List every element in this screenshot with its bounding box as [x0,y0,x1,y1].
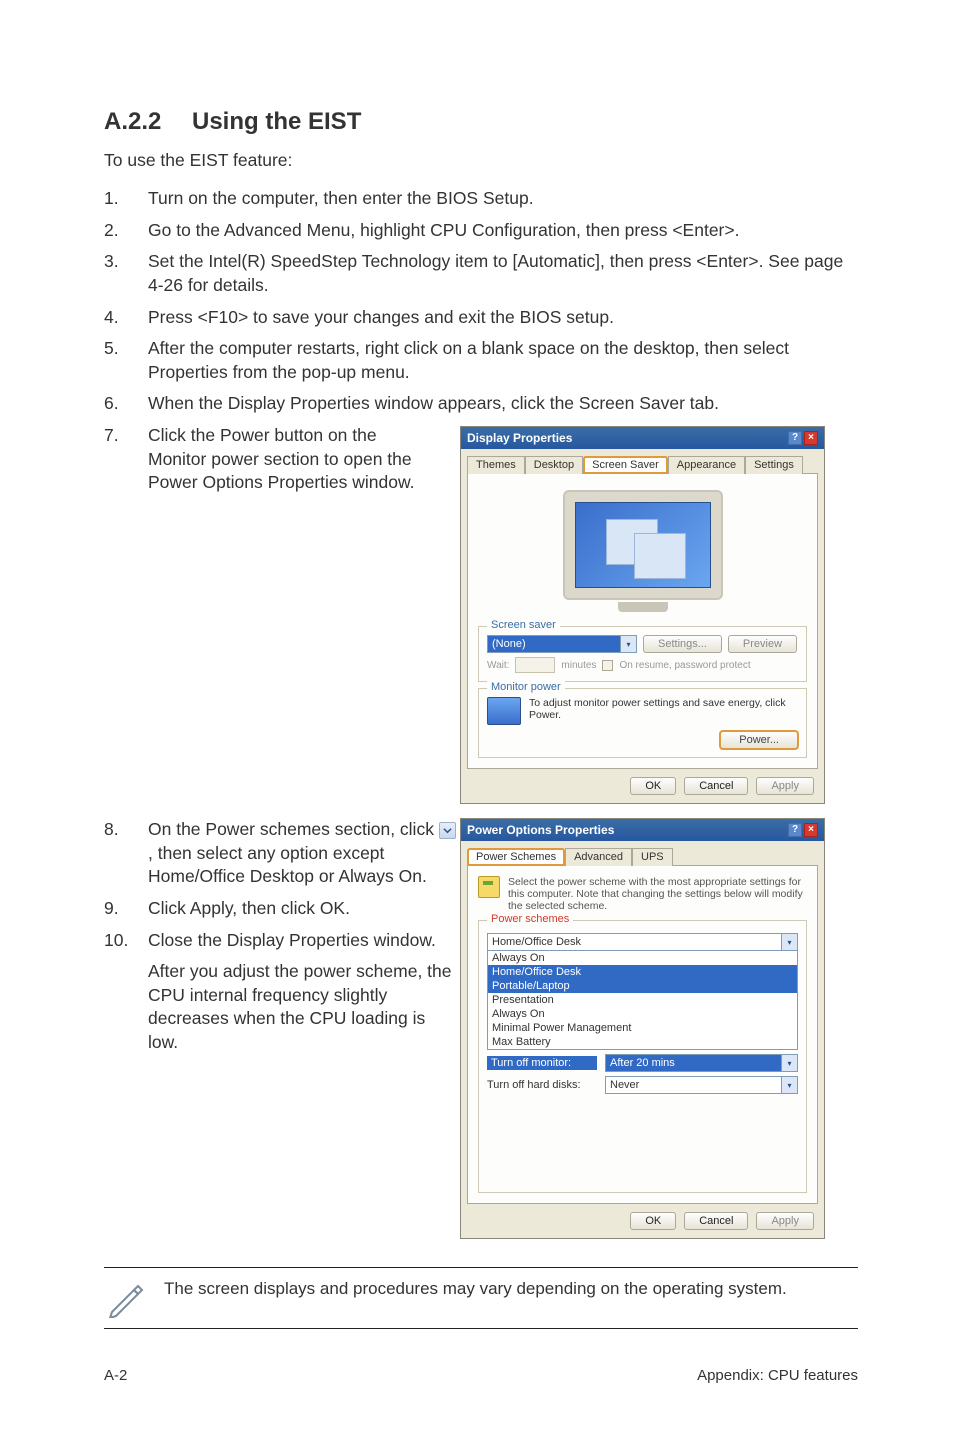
ok-button[interactable]: OK [630,777,676,795]
scheme-option[interactable]: Minimal Power Management [488,1021,797,1035]
scheme-dropdown-list[interactable]: Always On Home/Office Desk Portable/Lapt… [487,951,798,1050]
step-num: 3. [104,250,148,297]
group-monitor-power: Monitor power [487,681,565,693]
tab-power-schemes[interactable]: Power Schemes [467,848,565,866]
step-num: 1. [104,187,148,211]
display-properties-dialog: Display Properties ? × Themes Desktop Sc… [460,426,825,804]
step-text: On the Power schemes section, click , th… [148,818,460,889]
step-text: Click Apply, then click OK. [148,897,460,921]
turn-off-monitor-label: Turn off monitor: [487,1056,597,1070]
step-num: 8. [104,818,148,889]
cancel-button[interactable]: Cancel [684,777,748,795]
step-text: When the Display Properties window appea… [148,392,858,416]
preview-button[interactable]: Preview [728,635,797,653]
help-icon[interactable]: ? [788,431,802,445]
pencil-icon [104,1278,148,1318]
screensaver-value: (None) [488,638,620,650]
dialog-title: Power Options Properties [467,823,614,837]
step-num: 9. [104,897,148,921]
step-num: 4. [104,306,148,330]
step-text: After the computer restarts, right click… [148,337,858,384]
dialog-titlebar[interactable]: Power Options Properties ? × [461,819,824,841]
step-after-text: After you adjust the power scheme, the C… [148,960,460,1055]
step-text: Press <F10> to save your changes and exi… [148,306,858,330]
step-num: 10. [104,929,148,953]
ok-button[interactable]: OK [630,1212,676,1230]
close-icon[interactable]: × [804,823,818,837]
power-options-dialog: Power Options Properties ? × Power Schem… [460,818,825,1239]
heading-number: A.2.2 [104,108,192,136]
note-text: The screen displays and procedures may v… [164,1278,787,1301]
chevron-down-icon[interactable]: ▾ [781,934,797,950]
turn-off-hdd-select[interactable]: Never ▾ [605,1076,798,1094]
step-num: 2. [104,219,148,243]
dropdown-arrow-icon [439,822,456,839]
scheme-option[interactable]: Max Battery [488,1035,797,1049]
step-text: Close the Display Properties window. [148,929,460,953]
scheme-select[interactable]: Home/Office Desk ▾ [487,933,798,951]
monitor-icon [487,697,521,725]
scheme-option[interactable]: Always On [488,951,797,965]
intro-text: To use the EIST feature: [104,150,858,171]
wait-mins: minutes [561,660,596,671]
resume-label: On resume, password protect [619,660,750,671]
monitor-power-text: To adjust monitor power settings and sav… [529,697,798,721]
tab-screen-saver[interactable]: Screen Saver [583,456,668,474]
step-text: Turn on the computer, then enter the BIO… [148,187,858,211]
step-spacer [104,960,148,1055]
apply-button[interactable]: Apply [756,777,814,795]
cancel-button[interactable]: Cancel [684,1212,748,1230]
dialog-titlebar[interactable]: Display Properties ? × [461,427,824,449]
scheme-option[interactable]: Portable/Laptop [488,979,797,993]
step-num: 5. [104,337,148,384]
tab-themes[interactable]: Themes [467,456,525,474]
scheme-selected-value: Home/Office Desk [492,936,581,948]
chevron-down-icon[interactable]: ▾ [781,1055,797,1071]
resume-checkbox[interactable] [602,660,613,671]
apply-button[interactable]: Apply [756,1212,814,1230]
battery-icon [478,876,500,898]
group-screen-saver: Screen saver [487,619,560,631]
tab-advanced[interactable]: Advanced [565,848,632,866]
turn-off-hdd-label: Turn off hard disks: [487,1079,597,1091]
help-icon[interactable]: ? [788,823,802,837]
turn-off-monitor-value: After 20 mins [610,1057,675,1069]
step-text-b: , then select any option except Home/Off… [148,843,427,887]
wait-label: Wait: [487,660,509,671]
scheme-option[interactable]: Presentation [488,993,797,1007]
page-number: A-2 [104,1367,127,1384]
step-num: 6. [104,392,148,416]
step-text: Click the Power button on the Monitor po… [148,424,434,495]
turn-off-hdd-value: Never [610,1079,639,1091]
wait-spinner[interactable] [515,657,555,673]
tab-settings[interactable]: Settings [745,456,803,474]
scheme-option[interactable]: Home/Office Desk [488,965,797,979]
chevron-down-icon[interactable]: ▾ [781,1077,797,1093]
step-num: 7. [104,424,148,495]
section-heading: A.2.2Using the EIST [104,108,858,136]
note-box: The screen displays and procedures may v… [104,1267,858,1329]
step-text: Set the Intel(R) SpeedStep Technology it… [148,250,858,297]
settings-button[interactable]: Settings... [643,635,722,653]
step-text-a: On the Power schemes section, click [148,819,439,839]
tab-desktop[interactable]: Desktop [525,456,583,474]
tab-ups[interactable]: UPS [632,848,673,866]
power-button[interactable]: Power... [720,731,798,749]
dialog-title: Display Properties [467,431,572,445]
monitor-preview [548,490,738,620]
turn-off-monitor-select[interactable]: After 20 mins ▾ [605,1054,798,1072]
scheme-option[interactable]: Always On [488,1007,797,1021]
tab-appearance[interactable]: Appearance [668,456,745,474]
close-icon[interactable]: × [804,431,818,445]
step-text: Go to the Advanced Menu, highlight CPU C… [148,219,858,243]
footer-title: Appendix: CPU features [697,1367,858,1384]
chevron-down-icon[interactable]: ▾ [620,636,636,652]
heading-title: Using the EIST [192,108,361,135]
scheme-description: Select the power scheme with the most ap… [508,876,807,912]
group-power-schemes: Power schemes [487,913,573,925]
screensaver-select[interactable]: (None) ▾ [487,635,637,653]
